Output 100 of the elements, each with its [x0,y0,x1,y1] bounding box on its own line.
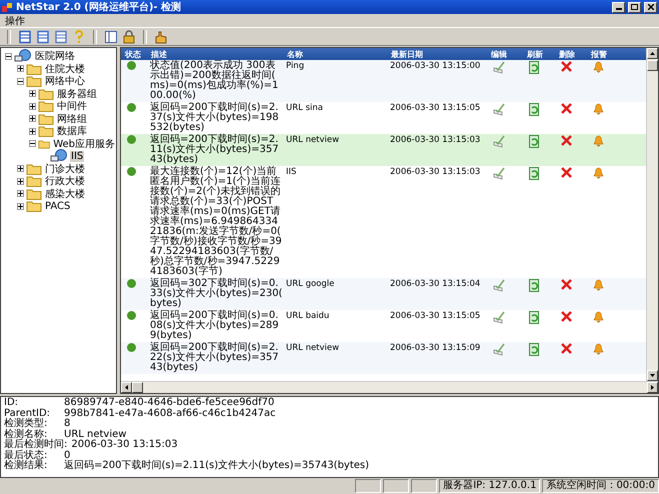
status-text: 系统空闲时间：00:00:0 [542,479,659,493]
bell-icon[interactable] [593,343,604,355]
detail-label: 检测结果: [4,461,48,472]
table-row[interactable]: 返回码=302下载时间(s)=0.33(s)文件大小(bytes)=230(bytes) URL google 2006-03-30 13:15:04 [121,278,646,310]
tree-item[interactable]: 数据库 [56,124,88,138]
edit-icon[interactable] [493,103,505,116]
bell-icon[interactable] [593,279,604,291]
scroll-left-button[interactable] [121,382,132,393]
tree-item[interactable]: 行政大楼 [44,174,86,188]
edit-icon[interactable] [493,343,505,356]
scroll-thumb[interactable] [132,382,143,393]
scroll-down-button[interactable] [647,370,658,381]
expand-toggle[interactable] [17,65,24,72]
expand-toggle[interactable] [29,115,36,122]
scroll-right-button[interactable] [647,382,658,393]
close-button[interactable] [644,2,657,12]
refresh-icon[interactable] [529,311,540,324]
tree-item[interactable]: 住院大楼 [44,62,86,76]
refresh-icon[interactable] [529,103,540,116]
status-panel [411,479,438,493]
expand-toggle[interactable] [17,165,24,172]
table-row[interactable]: 返回码=200下载时间(s)=2.11(s)文件大小(bytes)=35743(bytes) URL netview 2006-03-30 13:15:03 [121,134,646,166]
globe-computer-icon [50,149,68,164]
column-header[interactable]: 报警 [587,48,619,60]
tree-item[interactable]: 医院网络 [34,49,76,64]
date-cell-text: 2006-03-30 13:15:00 [389,61,482,73]
horizontal-scrollbar[interactable] [121,381,658,393]
bell-icon[interactable] [593,311,604,323]
refresh-icon[interactable] [529,135,540,148]
column-header[interactable]: 删除 [555,48,587,60]
tree-item[interactable]: 门诊大楼 [44,162,86,176]
column-header[interactable]: 描述 [147,48,283,60]
detail-label: ID: [4,398,20,408]
delete-icon[interactable] [561,343,572,354]
delete-icon[interactable] [561,103,572,114]
edit-icon[interactable] [493,311,505,324]
status-panel [383,479,410,493]
column-header[interactable]: 状态 [121,48,147,60]
delete-icon[interactable] [561,311,572,322]
folder-icon [26,200,42,212]
panel-icon[interactable] [104,30,118,44]
edit-icon[interactable] [493,167,505,180]
lock-icon[interactable] [122,30,136,44]
delete-icon[interactable] [561,61,572,72]
date-cell-text: 2006-03-30 13:15:05 [389,311,482,323]
menu-item[interactable]: 操作 [3,14,27,28]
tree-item[interactable]: PACS [44,200,72,212]
tree-item[interactable]: 中间件 [56,99,88,114]
bell-icon[interactable] [593,167,604,179]
refresh-icon[interactable] [529,167,540,180]
scroll-thumb[interactable] [647,60,658,71]
expand-toggle[interactable] [29,102,36,110]
expand-toggle[interactable] [17,190,24,198]
expand-toggle[interactable] [29,90,36,98]
tree-item[interactable]: 服务器组 [56,86,98,101]
edit-icon[interactable] [493,279,505,292]
refresh-icon[interactable] [529,343,540,356]
tree-item[interactable]: 网络中心 [44,74,86,88]
detail-value: URL netview [64,430,126,440]
expand-toggle[interactable] [17,202,24,210]
expand-toggle[interactable] [17,178,24,185]
refresh-icon[interactable] [529,61,540,74]
expand-toggle[interactable] [17,78,24,85]
table-icon[interactable] [36,30,50,44]
tree-item[interactable]: Web应用服务 [52,136,116,151]
tree-item[interactable]: IIS [70,150,84,162]
expand-toggle[interactable] [29,128,36,135]
detail-value: 0 [64,450,70,460]
table-row[interactable]: 返回码=200下载时间(s)=2.22(s)文件大小(bytes)=35743(bytes) URL netview 2006-03-30 13:15:09 [121,342,646,374]
scroll-up-button[interactable] [647,48,658,59]
minimize-button[interactable] [612,2,625,12]
column-header[interactable]: 名称 [283,48,387,60]
expand-toggle[interactable] [29,140,36,148]
table-row[interactable]: 状态值(200表示成功 300表示出错)=200数据往返时间(ms)=0(ms)包成功率(%)=100.00(%) Ping 2006-03-30 13:15:00 [121,60,646,102]
bell-icon[interactable] [593,103,604,115]
down-arrow-icon [650,374,655,377]
globe-computer-icon [14,49,32,64]
delete-icon[interactable] [561,135,572,146]
bell-icon[interactable] [593,135,604,147]
delete-icon[interactable] [561,167,572,178]
column-header[interactable]: 最新日期 [387,48,487,60]
left-arrow-icon [125,385,128,390]
column-header[interactable]: 刷新 [523,48,555,60]
tree-item[interactable]: 网络组 [56,112,88,126]
description-cell-text: 返回码=200下载时间(s)=2.37(s)文件大小(bytes)=198532(bytes) [149,103,280,133]
column-header[interactable]: 编辑 [487,48,523,60]
description-cell-text: 返回码=200下载时间(s)=2.11(s)文件大小(bytes)=35743(bytes) [149,135,280,165]
vertical-scrollbar[interactable] [646,48,658,381]
description-cell-text: 最大连接数(个)=12(个)当前匿名用户数(个)=1(个)当前连接数(个)=2(个)未找到错误的请求总数(个)=33(个)POST请求速率(ms)=0(ms)GET请求速率(ms)=6.94986433421836(m:发送字节数/秒=0(字节数/秒)接收字节数/秒=3947.52294183603(字节数/秒)总字节数/秒=3947.52294183603(字节) [149,167,283,277]
delete-icon[interactable] [561,279,572,290]
maximize-button[interactable] [628,2,641,12]
expand-toggle[interactable] [5,52,12,60]
folder-icon [26,188,42,200]
edit-icon[interactable] [493,61,505,74]
detail-value: 2006-03-30 13:15:03 [71,440,178,450]
refresh-icon[interactable] [529,279,540,292]
detail-label: 最后检测时间: [4,440,68,450]
edit-icon[interactable] [493,135,505,148]
tree-item[interactable]: 感染大楼 [44,186,86,201]
bell-icon[interactable] [593,61,604,73]
